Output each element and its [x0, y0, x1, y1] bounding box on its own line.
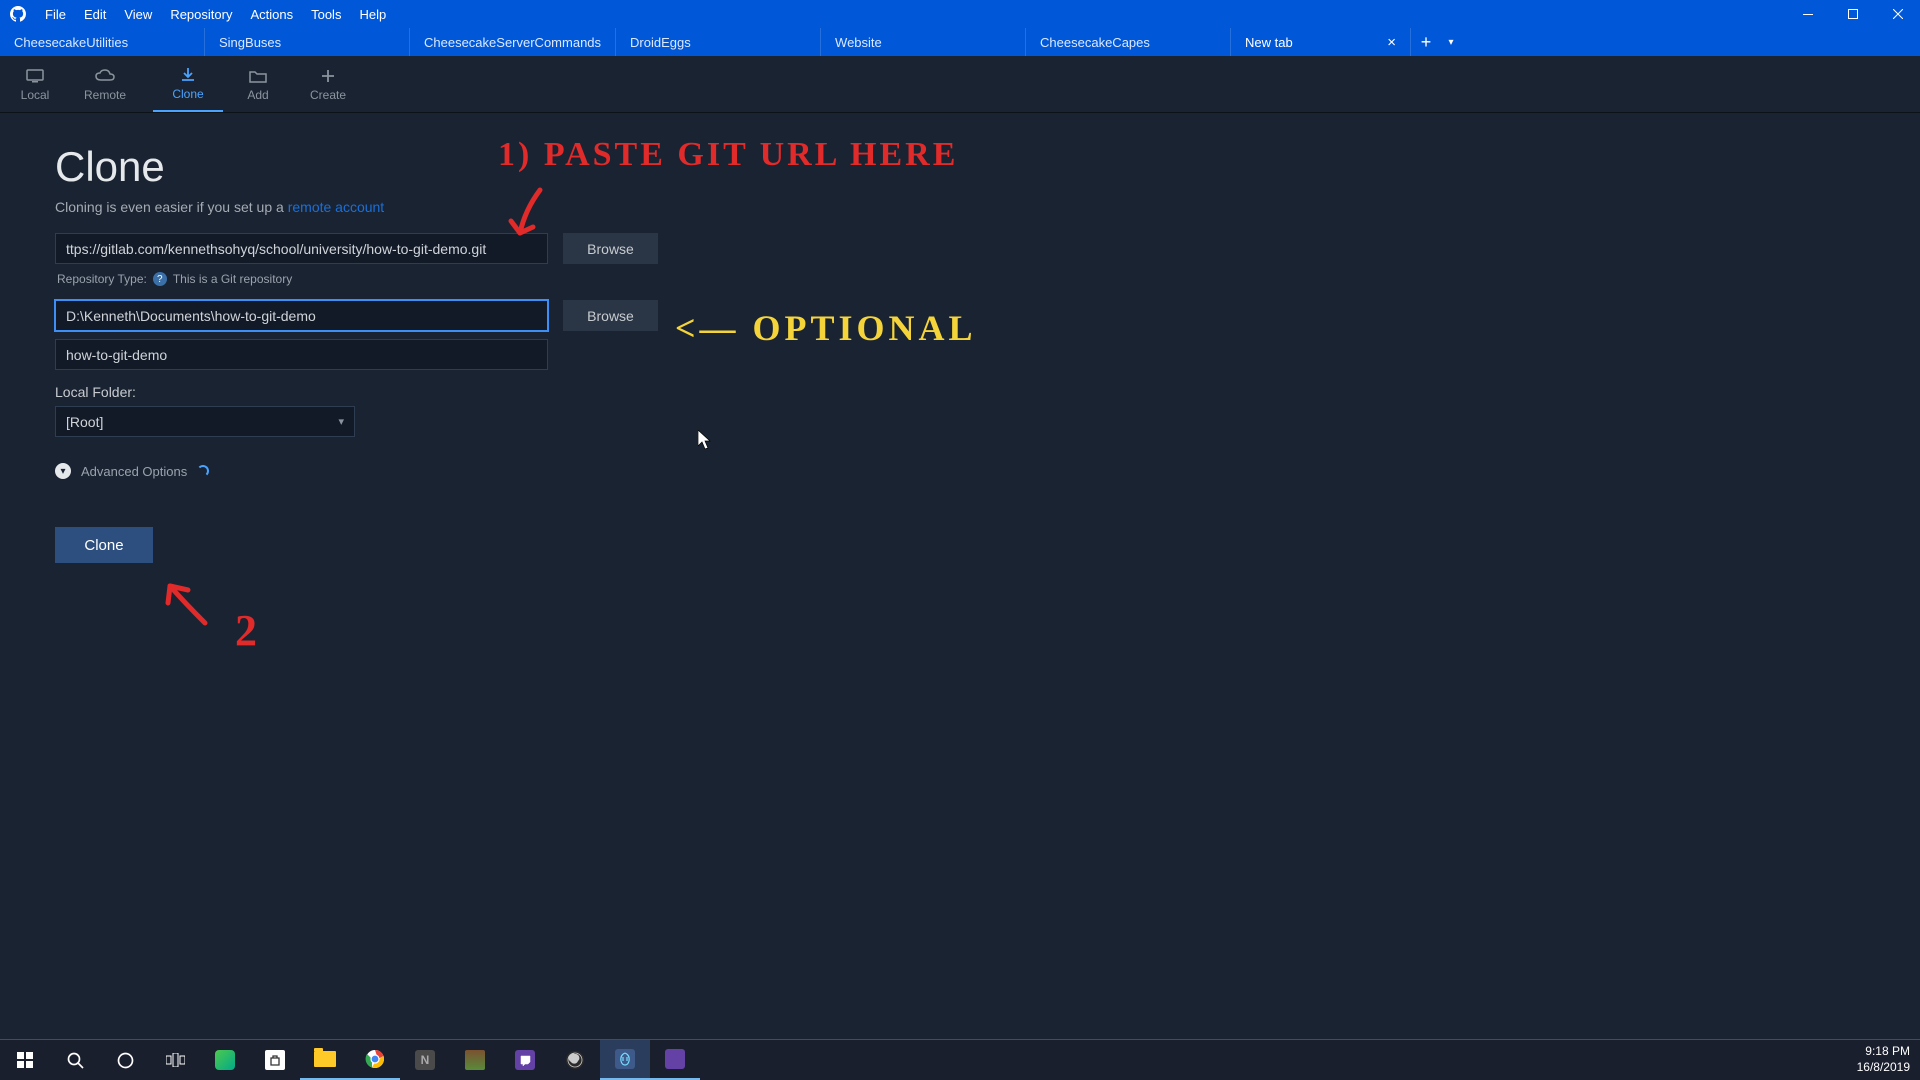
loading-spinner-icon: [197, 465, 209, 477]
annotation-step2: 2: [235, 605, 260, 656]
taskbar-twitch[interactable]: [500, 1040, 550, 1080]
toolbar-create[interactable]: Create: [293, 56, 363, 112]
taskbar-chrome[interactable]: [350, 1040, 400, 1080]
menu-edit[interactable]: Edit: [75, 7, 115, 22]
maximize-button[interactable]: [1830, 0, 1875, 28]
toolbar-clone[interactable]: Clone: [153, 56, 223, 112]
toolbar-local[interactable]: Local: [0, 56, 70, 112]
menu-file[interactable]: File: [36, 7, 75, 22]
clone-button[interactable]: Clone: [55, 527, 153, 563]
search-button[interactable]: [50, 1040, 100, 1080]
clone-panel: Clone Cloning is even easier if you set …: [0, 113, 1920, 563]
menu-tools[interactable]: Tools: [302, 7, 350, 22]
toolbar-remote[interactable]: Remote: [70, 56, 140, 112]
app-github-icon: [8, 4, 28, 24]
taskbar-explorer[interactable]: [300, 1040, 350, 1080]
page-title: Clone: [55, 143, 1920, 191]
destination-path-input[interactable]: [55, 300, 548, 331]
toolbar-add[interactable]: Add: [223, 56, 293, 112]
taskbar-store[interactable]: [250, 1040, 300, 1080]
tab-bar: CheesecakeUtilities SingBuses Cheesecake…: [0, 28, 1920, 56]
taskbar-app-last[interactable]: [650, 1040, 700, 1080]
window-controls: [1785, 0, 1920, 28]
browse-destination-button[interactable]: Browse: [563, 300, 658, 331]
tab-droideggs[interactable]: DroidEggs: [616, 28, 821, 56]
expand-icon: ▾: [55, 463, 71, 479]
toolbar: Local Remote Clone Add Create: [0, 56, 1920, 113]
taskbar-app-n[interactable]: N: [400, 1040, 450, 1080]
tab-website[interactable]: Website: [821, 28, 1026, 56]
add-tab-button[interactable]: +: [1411, 28, 1441, 56]
folder-icon: [249, 67, 267, 85]
cloud-icon: [95, 67, 115, 85]
browse-source-button[interactable]: Browse: [563, 233, 658, 264]
source-url-input[interactable]: [55, 233, 548, 264]
minimize-button[interactable]: [1785, 0, 1830, 28]
taskbar-app-1[interactable]: [200, 1040, 250, 1080]
advanced-options-toggle[interactable]: ▾ Advanced Options: [55, 463, 1920, 479]
local-folder-select[interactable]: [Root] ▾: [55, 406, 355, 437]
plus-icon: [321, 67, 335, 85]
tab-cheesecakeservercommands[interactable]: CheesecakeServerCommands: [410, 28, 616, 56]
cortana-button[interactable]: [100, 1040, 150, 1080]
close-tab-icon[interactable]: ×: [1387, 34, 1396, 51]
close-button[interactable]: [1875, 0, 1920, 28]
start-button[interactable]: [0, 1040, 50, 1080]
task-view-button[interactable]: [150, 1040, 200, 1080]
page-subtitle: Cloning is even easier if you set up a r…: [55, 199, 1920, 215]
taskbar-obs[interactable]: [550, 1040, 600, 1080]
repo-type-row: Repository Type: ? This is a Git reposit…: [57, 272, 1920, 286]
new-tab-label: New tab: [1245, 35, 1293, 50]
monitor-icon: [26, 67, 44, 85]
titlebar: File Edit View Repository Actions Tools …: [0, 0, 1920, 28]
tab-cheesecakeutilities[interactable]: CheesecakeUtilities: [0, 28, 205, 56]
tab-new[interactable]: New tab ×: [1231, 28, 1411, 56]
main-menu: File Edit View Repository Actions Tools …: [36, 7, 395, 22]
taskbar-minecraft[interactable]: [450, 1040, 500, 1080]
taskbar-gitkraken[interactable]: [600, 1040, 650, 1080]
menu-help[interactable]: Help: [350, 7, 395, 22]
info-icon: ?: [153, 272, 167, 286]
tab-dropdown-button[interactable]: ▾: [1441, 28, 1461, 56]
menu-actions[interactable]: Actions: [241, 7, 302, 22]
annotation-arrow-2-icon: [160, 578, 220, 628]
local-folder-label: Local Folder:: [55, 384, 1920, 400]
tab-singbuses[interactable]: SingBuses: [205, 28, 410, 56]
remote-account-link[interactable]: remote account: [288, 199, 385, 215]
taskbar-clock[interactable]: 9:18 PM 16/8/2019: [1847, 1044, 1920, 1075]
tab-cheesecakecapes[interactable]: CheesecakeCapes: [1026, 28, 1231, 56]
download-icon: [180, 66, 196, 84]
taskbar: N 9:18 PM 16/8/2019: [0, 1039, 1920, 1080]
chevron-down-icon: ▾: [338, 415, 344, 428]
menu-view[interactable]: View: [115, 7, 161, 22]
menu-repository[interactable]: Repository: [161, 7, 241, 22]
repo-name-input[interactable]: [55, 339, 548, 370]
